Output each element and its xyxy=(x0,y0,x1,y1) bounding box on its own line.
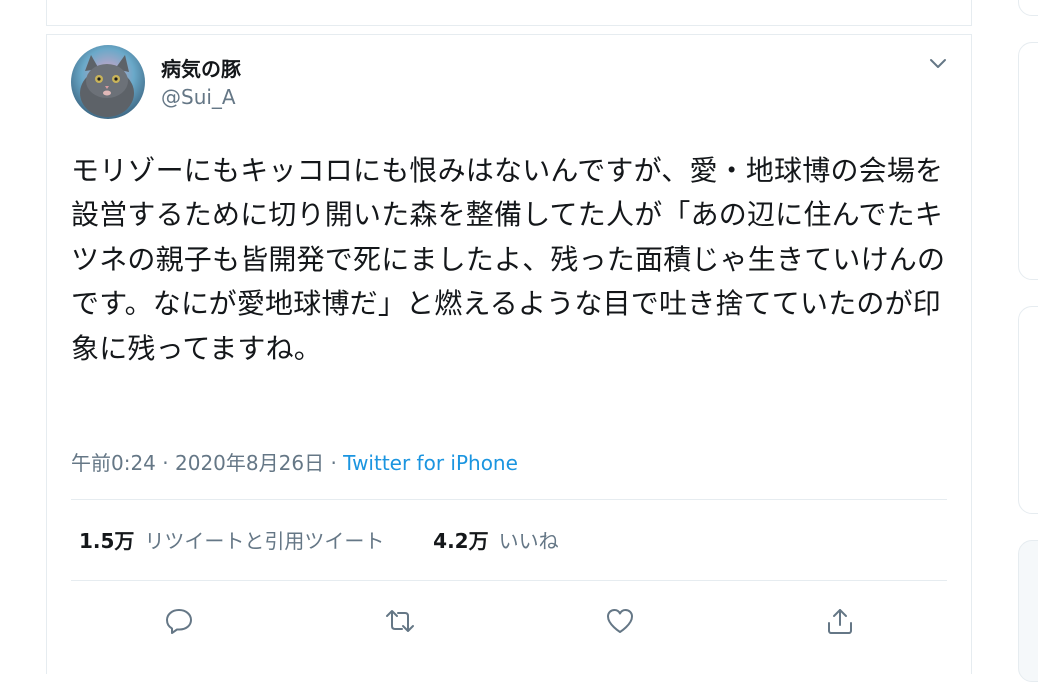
tweet-card[interactable]: 病気の豚 @Sui_A モリゾーにもキッコロにも恨みはないんですが、愛・地球博の… xyxy=(46,34,972,674)
engagement-stats: 1.5万 リツイートと引用ツイート 4.2万 いいね xyxy=(79,525,559,554)
sidebar-card-edge xyxy=(1018,0,1038,16)
tweet-source-link[interactable]: Twitter for iPhone xyxy=(343,451,518,475)
retweet-icon[interactable] xyxy=(380,601,420,641)
sidebar-card-edge xyxy=(1018,306,1038,514)
retweets-count: 1.5万 xyxy=(79,529,135,553)
tweet-actions xyxy=(47,601,973,641)
previous-tweet-edge xyxy=(46,0,972,26)
sidebar-card-edge xyxy=(1018,42,1038,280)
tweet-time[interactable]: 午前0:24 xyxy=(71,451,156,475)
reply-icon[interactable] xyxy=(159,601,199,641)
meta-separator: · xyxy=(162,451,169,475)
avatar[interactable] xyxy=(71,45,145,119)
likes-label: いいね xyxy=(498,529,559,553)
tweet-metadata: 午前0:24 · 2020年8月26日 · Twitter for iPhone xyxy=(71,447,518,476)
heart-icon[interactable] xyxy=(600,601,640,641)
likes-count: 4.2万 xyxy=(433,529,489,553)
divider xyxy=(71,580,947,581)
display-name[interactable]: 病気の豚 xyxy=(161,53,241,82)
tweet-text: モリゾーにもキッコロにも恨みはないんですが、愛・地球博の会場を設営するために切り… xyxy=(71,154,946,365)
share-icon[interactable] xyxy=(820,601,860,641)
meta-separator: · xyxy=(330,451,337,475)
retweets-label: リツイートと引用ツイート xyxy=(144,529,385,553)
chevron-down-icon[interactable] xyxy=(923,49,953,79)
likes-stat[interactable]: 4.2万 いいね xyxy=(433,529,558,553)
tweet-date[interactable]: 2020年8月26日 xyxy=(175,451,324,475)
divider xyxy=(71,499,947,500)
user-handle[interactable]: @Sui_A xyxy=(161,85,236,109)
retweets-stat[interactable]: 1.5万 リツイートと引用ツイート xyxy=(79,529,384,553)
sidebar-card-edge xyxy=(1018,540,1038,682)
